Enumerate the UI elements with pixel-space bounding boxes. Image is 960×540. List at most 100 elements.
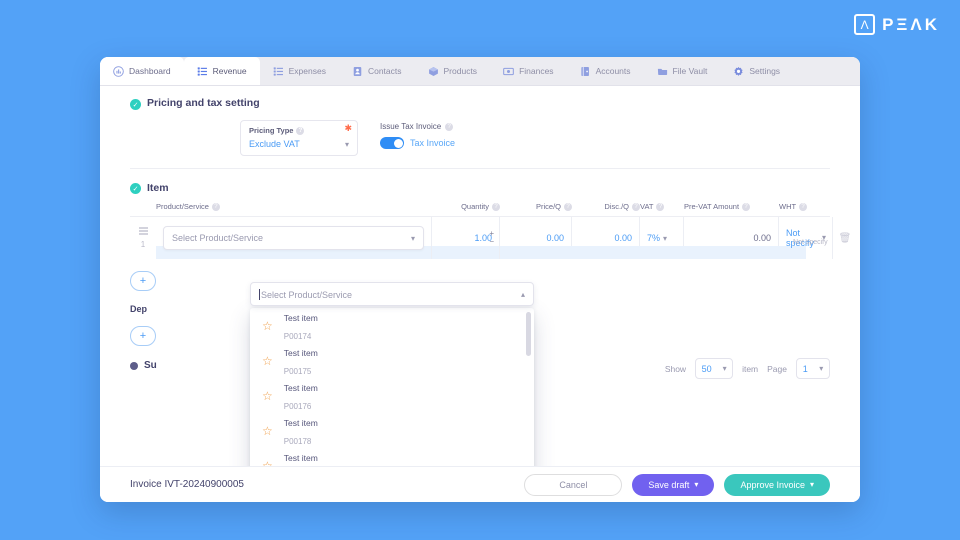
- list-item[interactable]: ☆ Test item P00176: [250, 378, 534, 413]
- option-code: P00176: [283, 401, 312, 411]
- revenue-icon: [197, 66, 208, 77]
- star-icon[interactable]: ☆: [262, 355, 273, 367]
- product-service-cell[interactable]: Select Product/Service ▾: [156, 217, 432, 259]
- list-item[interactable]: ☆ Test item P00181: [250, 448, 534, 467]
- header-quantity: Quantity ?: [432, 202, 500, 211]
- header-label: WHT: [779, 202, 797, 211]
- pricing-type-label-row: Pricing Type ?: [249, 126, 349, 135]
- wht-cell[interactable]: Not specify ▾ Not specify: [779, 217, 833, 259]
- pagination-controls: Show 50 ▾ item Page 1 ▾: [665, 358, 830, 379]
- nav-tab-accounts[interactable]: Accounts: [567, 57, 644, 85]
- vat-select[interactable]: 7% ▾: [647, 233, 667, 243]
- star-icon[interactable]: ☆: [262, 460, 273, 467]
- header-wht: WHT ?: [779, 202, 833, 211]
- pricing-type-value: Exclude VAT: [249, 139, 300, 149]
- page-label: Page: [767, 363, 787, 374]
- help-icon[interactable]: ?: [632, 202, 640, 211]
- product-service-placeholder: Select Product/Service: [172, 233, 264, 243]
- main-navigation: Dashboard Revenue Expenses Contacts Prod…: [100, 57, 860, 86]
- form-footer: Invoice IVT-20240900005 Cancel Save draf…: [100, 466, 860, 502]
- add-item-button[interactable]: +: [130, 271, 156, 291]
- invoice-form: ✓ Pricing and tax setting ✱ Pricing Type…: [100, 86, 860, 466]
- product-service-input-text: Select Product/Service: [259, 288, 353, 300]
- option-code: P00178: [283, 436, 312, 446]
- invoice-title: Invoice IVT-20240900005: [130, 479, 244, 490]
- nav-tab-label: Revenue: [212, 66, 247, 76]
- table-row: 1 Select Product/Service ▾ 1.00 + − 0.00…: [130, 217, 851, 259]
- quantity-cell[interactable]: 1.00 + −: [432, 217, 500, 259]
- option-name: Test item: [283, 347, 318, 358]
- help-icon[interactable]: ?: [445, 122, 454, 131]
- check-circle-icon: ✓: [130, 99, 141, 110]
- pricing-type-value-row: Exclude VAT ▾: [249, 139, 349, 149]
- nav-tab-settings[interactable]: Settings: [720, 57, 793, 85]
- option-name: Test item: [283, 417, 318, 428]
- peak-logo-text: PΞΛK: [882, 14, 940, 34]
- header-discount: Disc./Q ?: [572, 202, 640, 211]
- row-handle-cell: 1: [130, 217, 156, 259]
- row-number: 1: [140, 239, 146, 249]
- page-size-value: 50: [701, 363, 712, 374]
- help-icon[interactable]: ?: [492, 202, 500, 211]
- nav-tab-dashboard[interactable]: Dashboard: [100, 57, 184, 85]
- help-icon[interactable]: ?: [211, 202, 220, 211]
- nav-tab-contacts[interactable]: Contacts: [339, 57, 415, 85]
- expenses-icon: [273, 66, 284, 77]
- nav-tab-products[interactable]: Products: [415, 57, 491, 85]
- help-icon[interactable]: ?: [656, 202, 665, 211]
- header-label: Quantity: [461, 202, 489, 211]
- tax-invoice-toggle-label: Tax Invoice: [410, 138, 456, 148]
- item-section-header: ✓ Item: [130, 169, 830, 194]
- nav-tab-label: Accounts: [595, 66, 631, 76]
- delete-row-button[interactable]: 🗑: [833, 217, 857, 259]
- header-pre-vat-amount: Pre-VAT Amount ?: [684, 202, 779, 211]
- help-icon[interactable]: ?: [564, 202, 572, 211]
- list-item[interactable]: ☆ Test item P00175: [250, 343, 534, 378]
- dropdown-scrollbar[interactable]: [526, 312, 531, 356]
- app-window: Dashboard Revenue Expenses Contacts Prod…: [100, 57, 860, 502]
- nav-tab-finances[interactable]: Finances: [490, 57, 567, 85]
- chevron-up-icon[interactable]: ▴: [521, 290, 525, 299]
- quantity-decrease[interactable]: −: [489, 238, 494, 246]
- help-icon[interactable]: ?: [296, 126, 305, 135]
- chevron-down-icon: ▾: [809, 480, 814, 489]
- product-service-search-input[interactable]: Select Product/Service ▴: [250, 282, 534, 306]
- gear-icon: [733, 66, 744, 77]
- option-code: P00174: [283, 331, 312, 341]
- required-marker: ✱: [344, 123, 352, 133]
- chevron-down-icon: ▾: [344, 139, 349, 149]
- product-service-dropdown[interactable]: ☆ Test item P00174 ☆ Test item P00175 ☆: [250, 308, 534, 466]
- nav-tab-revenue[interactable]: Revenue: [183, 57, 260, 85]
- nav-tab-label: Dashboard: [129, 66, 171, 76]
- quantity-stepper[interactable]: + −: [489, 230, 494, 246]
- nav-tab-file-vault[interactable]: File Vault: [644, 57, 721, 85]
- header-vat: VAT ?: [640, 202, 684, 211]
- option-text: Test item P00174: [284, 308, 318, 344]
- header-label: VAT: [640, 202, 654, 211]
- cancel-button[interactable]: Cancel: [524, 473, 623, 496]
- pricing-type-select[interactable]: ✱ Pricing Type ? Exclude VAT ▾: [240, 120, 358, 156]
- drag-handle-icon[interactable]: [138, 227, 148, 235]
- approve-invoice-button[interactable]: Approve Invoice ▾: [724, 473, 830, 496]
- product-service-select[interactable]: Select Product/Service ▾: [163, 226, 424, 250]
- star-icon[interactable]: ☆: [262, 390, 273, 402]
- nav-tab-label: File Vault: [672, 66, 708, 76]
- help-icon[interactable]: ?: [742, 202, 751, 211]
- save-draft-button[interactable]: Save draft ▾: [632, 473, 715, 496]
- star-icon[interactable]: ☆: [262, 425, 273, 437]
- chevron-down-icon: ▾: [663, 233, 668, 243]
- page-number-select[interactable]: 1 ▾: [796, 358, 830, 379]
- page-size-select[interactable]: 50 ▾: [695, 358, 734, 379]
- chevron-down-icon: ▾: [410, 233, 415, 243]
- list-item[interactable]: ☆ Test item P00174: [250, 308, 534, 343]
- nav-tab-label: Products: [443, 66, 478, 76]
- option-code: P00175: [283, 366, 312, 376]
- help-icon[interactable]: ?: [799, 202, 808, 211]
- tax-invoice-toggle[interactable]: [380, 137, 404, 149]
- nav-tab-expenses[interactable]: Expenses: [260, 57, 339, 85]
- vat-value: 7%: [647, 233, 661, 243]
- star-icon[interactable]: ☆: [262, 320, 273, 332]
- add-deposit-button[interactable]: +: [130, 326, 156, 346]
- chevron-down-icon: ▾: [722, 364, 727, 373]
- list-item[interactable]: ☆ Test item P00178: [250, 413, 534, 448]
